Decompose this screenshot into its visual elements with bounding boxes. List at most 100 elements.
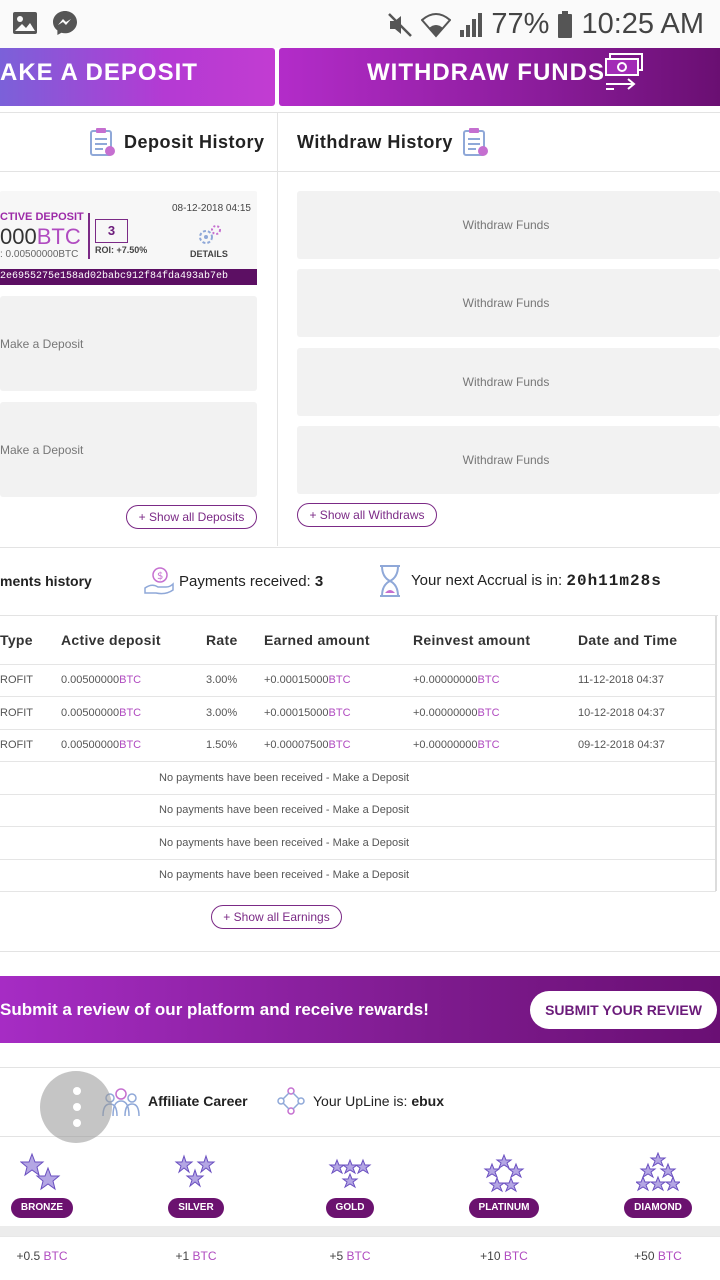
column-header: Earned amount <box>264 631 370 648</box>
rank-bonus: +0.5 BTC <box>16 1249 68 1263</box>
table-row: ROFIT 0.00500000BTC 3.00% +0.00015000BTC… <box>0 663 716 697</box>
withdraw-placeholder[interactable]: Withdraw Funds <box>297 348 720 416</box>
divider <box>0 112 720 113</box>
withdraw-funds-button[interactable]: WITHDRAW FUNDS <box>279 48 720 106</box>
divider <box>0 171 720 172</box>
stars-icon <box>328 1158 372 1189</box>
table-row: ROFIT 0.00500000BTC 1.50% +0.00007500BTC… <box>0 728 716 762</box>
cell-date: 10-12-2018 04:37 <box>578 696 716 729</box>
deposit-amount: 000BTC <box>0 224 81 249</box>
clock: 10:25 AM <box>581 8 704 40</box>
mute-icon <box>388 12 413 37</box>
cell-reinvest: +0.00000000BTC <box>413 728 578 762</box>
payments-history-title: ments history <box>0 573 92 589</box>
action-bar: AKE A DEPOSIT WITHDRAW FUNDS <box>0 48 720 108</box>
divider <box>0 1136 720 1137</box>
empty-row-message: No payments have been received - Make a … <box>61 858 716 892</box>
stars-icon <box>483 1154 525 1193</box>
column-header: Reinvest amount <box>413 631 531 648</box>
deposit-date: 08-12-2018 04:15 <box>172 203 251 214</box>
clipboard-icon <box>462 128 488 156</box>
svg-text:$: $ <box>157 571 163 582</box>
rank-bonus: +5 BTC <box>329 1249 371 1263</box>
payments-received: Payments received: 3 <box>179 572 324 590</box>
deposit-history-title: Deposit History <box>124 131 265 152</box>
cell-reinvest: +0.00000000BTC <box>413 696 578 729</box>
transaction-hash: 2e6955275e158ad02babc912f84fda493ab7eb <box>0 269 257 285</box>
submit-review-button[interactable]: SUBMIT YOUR REVIEW <box>530 991 717 1029</box>
cell-earned: +0.00015000BTC <box>264 663 413 697</box>
withdraw-placeholder[interactable]: Withdraw Funds <box>297 426 720 494</box>
table-row-empty: No payments have been received - Make a … <box>0 793 716 827</box>
rank-gold: GOLD <box>310 1150 390 1218</box>
placeholder-label: Withdraw Funds <box>462 296 550 310</box>
details-link[interactable]: DETAILS <box>190 249 228 259</box>
show-all-deposits-button[interactable]: + Show all Deposits <box>126 505 257 529</box>
stars-icon <box>174 1154 216 1188</box>
cell-date: 09-12-2018 04:37 <box>578 728 716 762</box>
placeholder-label: Withdraw Funds <box>462 218 550 232</box>
messenger-icon <box>53 11 77 35</box>
rank-bonus: +1 BTC <box>175 1249 217 1263</box>
show-all-withdraws-button[interactable]: + Show all Withdraws <box>297 503 437 527</box>
gallery-icon <box>13 12 37 34</box>
empty-row-message: No payments have been received - Make a … <box>61 826 716 859</box>
withdraw-history-heading: Withdraw History <box>297 112 497 172</box>
floating-menu-button[interactable] <box>40 1071 112 1143</box>
divider <box>88 213 90 259</box>
empty-row-message: No payments have been received - Make a … <box>61 793 716 827</box>
withdraw-placeholder[interactable]: Withdraw Funds <box>297 269 720 337</box>
stars-icon <box>20 1152 61 1191</box>
empty-row-message: No payments have been received - Make a … <box>61 761 716 794</box>
cell-deposit: 0.00500000BTC <box>61 728 206 762</box>
deposit-history-heading: Deposit History <box>88 112 268 172</box>
make-deposit-button[interactable]: AKE A DEPOSIT <box>0 48 275 106</box>
review-text: Submit a review of our platform and rece… <box>0 1000 429 1019</box>
cell-earned: +0.00007500BTC <box>264 728 413 762</box>
table-row: ROFIT 0.00500000BTC 3.00% +0.00015000BTC… <box>0 696 716 729</box>
cell-deposit: 0.00500000BTC <box>61 663 206 697</box>
rank-label: SILVER <box>168 1198 224 1218</box>
hourglass-icon <box>380 565 400 597</box>
payments-summary: ments history $ Payments received: 3 You… <box>0 548 720 614</box>
wifi-icon <box>421 12 452 38</box>
cell-type: ROFIT <box>0 728 61 762</box>
rank-diamond: DIAMOND <box>618 1150 698 1218</box>
rank-label: DIAMOND <box>624 1198 692 1218</box>
upline-info: Your UpLine is: ebux <box>313 1093 445 1109</box>
column-header: Type <box>0 631 33 648</box>
deposit-placeholder[interactable]: Make a Deposit <box>0 402 257 497</box>
placeholder-label: Withdraw Funds <box>462 375 550 389</box>
deposit-status-label: CTIVE DEPOSIT <box>0 211 84 223</box>
active-deposit-card[interactable]: CTIVE DEPOSIT 000BTC : 0.00500000BTC 3 R… <box>0 191 257 285</box>
money-transfer-icon <box>605 53 643 90</box>
rank-label: GOLD <box>325 1198 375 1218</box>
placeholder-label: Make a Deposit <box>0 442 84 457</box>
deposit-placeholder[interactable]: Make a Deposit <box>0 296 257 391</box>
table-row-empty: No payments have been received - Make a … <box>0 826 716 859</box>
cell-rate: 3.00% <box>206 663 264 697</box>
review-banner: Submit a review of our platform and rece… <box>0 976 720 1043</box>
placeholder-label: Make a Deposit <box>0 336 84 351</box>
cell-rate: 1.50% <box>206 728 264 762</box>
cell-type: ROFIT <box>0 663 61 697</box>
rank-bonus: +50 BTC <box>634 1249 682 1263</box>
payments-table: Type Active deposit Rate Earned amount R… <box>0 616 716 892</box>
show-all-earnings-button[interactable]: + Show all Earnings <box>211 905 342 929</box>
column-header: Rate <box>206 631 238 648</box>
cell-earned: +0.00015000BTC <box>264 696 413 729</box>
withdraw-placeholder[interactable]: Withdraw Funds <box>297 191 720 259</box>
table-header: Type Active deposit Rate Earned amount R… <box>0 616 716 664</box>
make-deposit-label: AKE A DEPOSIT <box>0 59 198 86</box>
affiliate-ranks: BRONZE SILVER GOLD PLATINUM DIAMOND <box>0 1150 720 1230</box>
cell-rate: 3.00% <box>206 696 264 729</box>
rank-bonuses: +0.5 BTC +1 BTC +5 BTC +10 BTC +50 BTC <box>0 1236 720 1276</box>
cell-type: ROFIT <box>0 696 61 729</box>
next-accrual: Your next Accrual is in: 20h11m28s <box>411 572 662 590</box>
battery-percent: 77% <box>491 8 550 40</box>
affiliate-career-label: Affiliate Career <box>148 1093 248 1109</box>
divider <box>277 112 278 546</box>
placeholder-label: Withdraw Funds <box>462 453 550 467</box>
cell-deposit: 0.00500000BTC <box>61 696 206 729</box>
withdraw-history-title: Withdraw History <box>297 131 453 152</box>
